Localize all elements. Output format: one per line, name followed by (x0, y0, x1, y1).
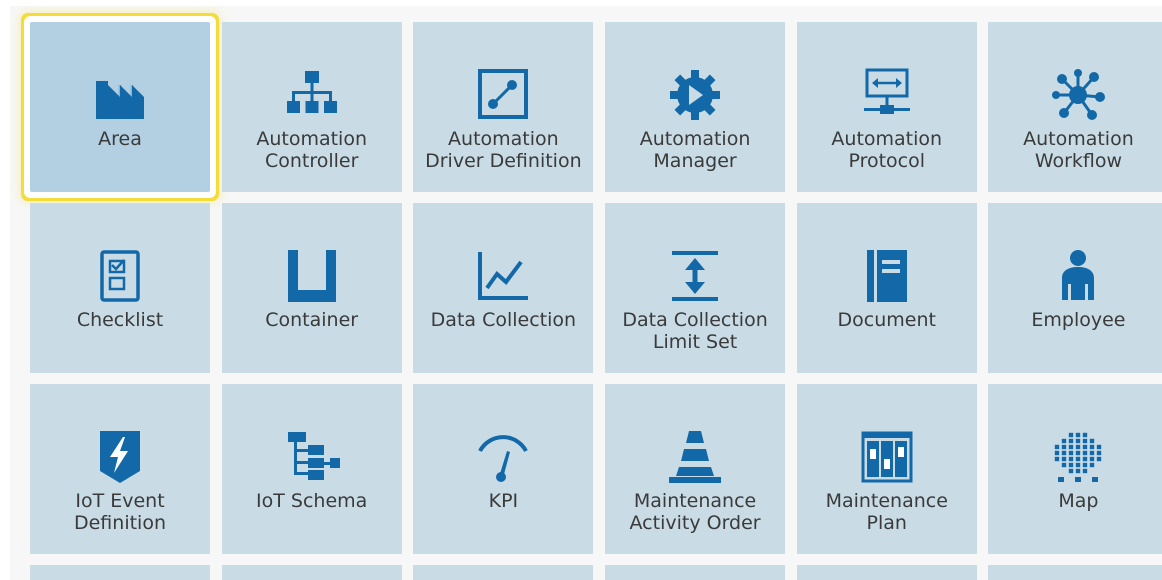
tile-label: Maintenance Plan (797, 490, 977, 534)
tile-maintenance-plan[interactable]: Maintenance Plan (796, 384, 977, 554)
factory-icon (92, 67, 148, 123)
tile-label: Automation Driver Definition (413, 128, 593, 172)
tile-label: Data Collection (413, 309, 593, 331)
tile-label: Automation Workflow (988, 128, 1162, 172)
tile-label-line: Document (837, 309, 936, 331)
tile-data-collection[interactable]: Data Collection (413, 203, 594, 373)
tile-label-line: Maintenance (825, 490, 948, 512)
tile-label-line: Manager (653, 150, 737, 172)
limit-icon (667, 248, 723, 304)
tile-employee[interactable]: Employee (988, 203, 1162, 373)
map-grid-icon (1050, 429, 1106, 485)
tile-label-line: IoT Event (75, 490, 165, 512)
tile-label: IoT Event Definition (30, 490, 210, 534)
tile-label-line: Limit Set (652, 331, 738, 353)
tile-partial[interactable] (221, 565, 402, 580)
tile-label-line: Automation (831, 128, 943, 150)
tile-label-line: Map (1058, 490, 1099, 512)
tile-automation-protocol[interactable]: Automation Protocol (796, 22, 977, 192)
driver-icon (475, 67, 531, 123)
tile-label-line: Driver Definition (425, 150, 582, 172)
tile-partial[interactable] (796, 565, 977, 580)
tile-label: Data Collection Limit Set (605, 309, 785, 353)
document-icon (859, 248, 915, 304)
tile-label-line: Container (265, 309, 359, 331)
tile-partial[interactable] (605, 565, 786, 580)
tile-label-line: KPI (488, 490, 519, 512)
tile-automation-workflow[interactable]: Automation Workflow (988, 22, 1162, 192)
container-icon (284, 248, 340, 304)
tile-label-line: Checklist (76, 309, 164, 331)
tile-label: Automation Manager (605, 128, 785, 172)
network-icon (1050, 67, 1106, 123)
tile-label: Checklist (30, 309, 210, 331)
tile-label-line: Definition (73, 512, 166, 534)
tile-kpi[interactable]: KPI (413, 384, 594, 554)
tile-label: Map (988, 490, 1162, 512)
line-chart-icon (475, 248, 531, 304)
tile-label-line: Maintenance (633, 490, 757, 512)
cone-icon (667, 429, 723, 485)
tile-area[interactable]: Area (30, 22, 210, 192)
tile-label-line: Controller (264, 150, 359, 172)
tile-iot-schema[interactable]: IoT Schema (221, 384, 402, 554)
tile-label: Automation Protocol (797, 128, 977, 172)
lightning-tag-icon (92, 429, 148, 485)
tile-label: KPI (413, 490, 593, 512)
tile-label-line: Data Collection (622, 309, 768, 331)
protocol-icon (859, 67, 915, 123)
tile-checklist[interactable]: Checklist (30, 203, 210, 373)
tile-label: Automation Controller (222, 128, 402, 172)
tile-document[interactable]: Document (796, 203, 977, 373)
tile-label-line: IoT Schema (256, 490, 368, 512)
tile-label-line: Automation (1023, 128, 1134, 150)
tile-partial[interactable] (413, 565, 594, 580)
tile-label-line: Plan (866, 512, 907, 534)
tile-data-collection-limit-set[interactable]: Data Collection Limit Set (605, 203, 786, 373)
tile-label-line: Protocol (848, 150, 926, 172)
tile-label: Document (797, 309, 977, 331)
tile-iot-event-definition[interactable]: IoT Event Definition (30, 384, 210, 554)
tile-label-line: Automation (256, 128, 368, 150)
tile-automation-manager[interactable]: Automation Manager (605, 22, 786, 192)
hierarchy-icon (284, 67, 340, 123)
tile-maintenance-activity-order[interactable]: Maintenance Activity Order (605, 384, 786, 554)
gauge-icon (475, 429, 531, 485)
tile-map[interactable]: Map (988, 384, 1162, 554)
tile-label-line: Workflow (1034, 150, 1123, 172)
tile-partial[interactable] (30, 565, 210, 580)
tile-automation-driver-definition[interactable]: Automation Driver Definition (413, 22, 594, 192)
tile-label-line: Automation (639, 128, 751, 150)
tile-label-line: Automation (448, 128, 559, 150)
tile-label: Maintenance Activity Order (605, 490, 785, 534)
gear-play-icon (667, 67, 723, 123)
tile-label: Employee (988, 309, 1162, 331)
entity-grid-panel: Area Automation Controller Automation Driver… (10, 6, 1162, 580)
tile-label-line: Activity Order (629, 512, 761, 534)
person-icon (1050, 248, 1106, 304)
tile-partial[interactable] (988, 565, 1162, 580)
plan-board-icon (859, 429, 915, 485)
tile-label-line: Data Collection (430, 309, 577, 331)
tile-label-line: Employee (1031, 309, 1126, 331)
tile-label: Container (222, 309, 402, 331)
tile-label: Area (30, 128, 210, 150)
schema-tree-icon (284, 429, 340, 485)
tile-automation-controller[interactable]: Automation Controller (221, 22, 402, 192)
entity-tile-grid: Area Automation Controller Automation Driver… (30, 22, 1162, 580)
tile-container[interactable]: Container (221, 203, 402, 373)
tile-label-line: Area (98, 128, 142, 150)
checklist-icon (92, 248, 148, 304)
tile-label: IoT Schema (222, 490, 402, 512)
